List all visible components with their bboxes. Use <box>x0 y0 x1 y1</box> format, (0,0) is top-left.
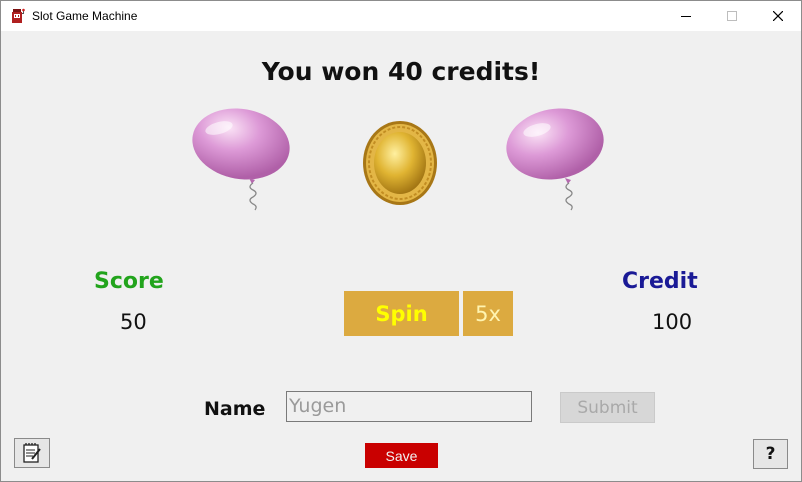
save-button[interactable]: Save <box>365 443 438 468</box>
submit-button[interactable]: Submit <box>560 392 655 423</box>
title-bar[interactable]: Slot Game Machine <box>1 1 801 31</box>
credit-label: Credit <box>622 269 698 294</box>
credit-value: 100 <box>652 310 693 334</box>
maximize-icon <box>727 11 737 21</box>
close-icon <box>773 11 783 21</box>
gold-coin-icon <box>363 121 437 205</box>
multiplier-button[interactable]: 5x <box>463 291 513 336</box>
spin-button[interactable]: Spin <box>344 291 459 336</box>
name-label: Name <box>204 398 266 420</box>
help-button[interactable]: ? <box>753 439 788 469</box>
slot-machine-icon <box>12 8 25 23</box>
name-input[interactable]: Yugen <box>286 391 532 422</box>
score-value: 50 <box>120 310 147 334</box>
window-title: Slot Game Machine <box>32 9 138 23</box>
score-label: Score <box>94 269 164 294</box>
app-window: Slot Game Machine You won 40 credits! Sc… <box>0 0 802 482</box>
pink-balloon-icon <box>506 108 604 211</box>
minimize-icon <box>681 16 691 17</box>
notes-button[interactable] <box>14 438 50 468</box>
pink-balloon-icon <box>192 108 290 211</box>
notepad-icon <box>23 443 41 463</box>
maximize-button[interactable] <box>709 1 755 31</box>
minimize-button[interactable] <box>663 1 709 31</box>
close-button[interactable] <box>755 1 801 31</box>
result-message: You won 40 credits! <box>261 57 541 86</box>
